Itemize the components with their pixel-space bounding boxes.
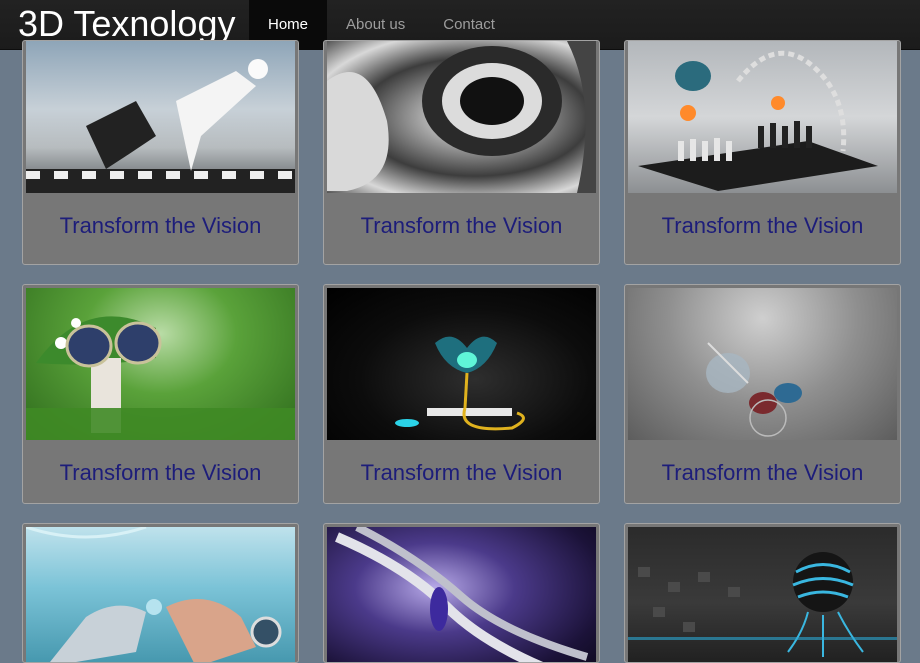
brand-logo[interactable]: 3D Texnology	[18, 4, 235, 44]
card-image	[26, 527, 295, 662]
card-image	[628, 41, 897, 193]
card-image	[628, 288, 897, 440]
card-caption[interactable]: Transform the Vision	[625, 213, 900, 239]
gallery-card[interactable]	[624, 523, 901, 663]
card-image	[26, 41, 295, 193]
card-image	[327, 288, 596, 440]
gallery-card[interactable]: Transform the Vision	[624, 40, 901, 265]
card-image	[327, 527, 596, 662]
gallery-card[interactable]	[22, 523, 299, 663]
gallery-card[interactable]: Transform the Vision	[624, 284, 901, 504]
gallery-card[interactable]: Transform the Vision	[22, 40, 299, 265]
card-image	[628, 527, 897, 662]
gallery-card[interactable]	[323, 523, 600, 663]
card-image	[26, 288, 295, 440]
gallery-card[interactable]: Transform the Vision	[22, 284, 299, 504]
card-caption[interactable]: Transform the Vision	[324, 460, 599, 486]
card-caption[interactable]: Transform the Vision	[324, 213, 599, 239]
card-image	[327, 41, 596, 193]
card-caption[interactable]: Transform the Vision	[23, 460, 298, 486]
card-caption[interactable]: Transform the Vision	[625, 460, 900, 486]
gallery-card[interactable]: Transform the Vision	[323, 40, 600, 265]
card-caption[interactable]: Transform the Vision	[23, 213, 298, 239]
gallery-card[interactable]: Transform the Vision	[323, 284, 600, 504]
